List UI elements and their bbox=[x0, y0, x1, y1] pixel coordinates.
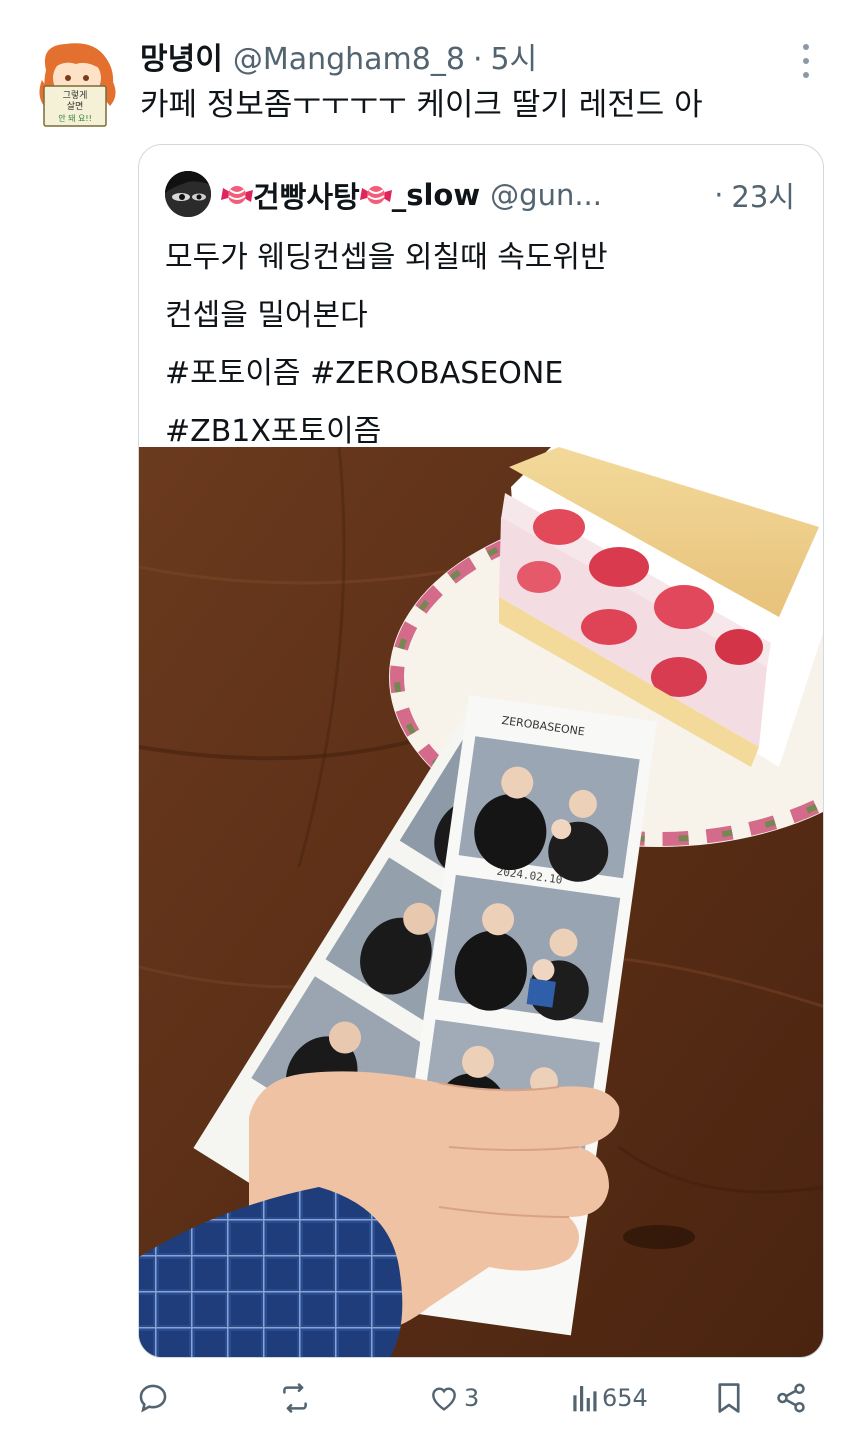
quoted-display-name: 건빵사탕 bbox=[253, 180, 360, 214]
quoted-tweet[interactable]: 건빵사탕 _slow @gun... · 23시 모두가 웨딩컨셉을 외칠때 속… bbox=[138, 144, 824, 1358]
view-count: 654 bbox=[602, 1384, 648, 1412]
quoted-header: 건빵사탕 _slow @gun... bbox=[221, 171, 602, 219]
quoted-photo[interactable]: ZEROBASEONE 2024.02.10 bbox=[139, 446, 823, 1357]
candy-icon bbox=[359, 180, 392, 210]
action-bar: 3 654 bbox=[0, 1370, 850, 1426]
quoted-text-line[interactable]: #포토이즘 #ZEROBASEONE bbox=[165, 345, 608, 403]
like-count: 3 bbox=[464, 1384, 480, 1412]
quoted-name-suffix: _slow bbox=[391, 178, 481, 212]
more-options-icon[interactable] bbox=[796, 44, 816, 78]
share-icon bbox=[774, 1381, 808, 1415]
views-button[interactable]: 654 bbox=[570, 1370, 648, 1426]
display-name[interactable]: 망녕이 bbox=[140, 38, 223, 82]
quoted-text-line: 컨셉을 밀어본다 bbox=[165, 298, 368, 333]
user-handle[interactable]: @Mangham8_8 bbox=[233, 38, 465, 82]
user-avatar[interactable]: 그렇게 살면 안 돼 요!! bbox=[36, 40, 118, 130]
avatar-sign-line3: 안 돼 요!! bbox=[58, 113, 92, 123]
tweet-text: 카페 정보좀ㅜㅜㅜㅜ 케이크 딸기 레전드 아 bbox=[140, 87, 703, 123]
retweet-icon bbox=[278, 1381, 312, 1415]
heart-icon bbox=[428, 1382, 460, 1414]
reply-button[interactable] bbox=[136, 1370, 174, 1426]
tweet-header: 망녕이 @Mangham8_8 · 5시 bbox=[140, 38, 537, 82]
quoted-time-wrap: · 23시 bbox=[714, 171, 795, 219]
like-button[interactable]: 3 bbox=[428, 1370, 479, 1426]
quoted-text-line: 모두가 웨딩컨셉을 외칠때 속도위반 bbox=[165, 240, 608, 275]
views-chart-icon bbox=[570, 1382, 598, 1414]
quoted-user-avatar bbox=[165, 171, 211, 217]
avatar-sign-line1: 그렇게 bbox=[63, 90, 88, 101]
bookmark-icon bbox=[714, 1381, 744, 1415]
tweet-time[interactable]: 5시 bbox=[490, 38, 537, 82]
separator-dot: · bbox=[714, 178, 724, 212]
separator-dot: · bbox=[472, 42, 483, 77]
tweet: 그렇게 살면 안 돼 요!! 망녕이 @Mangham8_8 · 5시 카페 정… bbox=[0, 0, 850, 1438]
candy-icon bbox=[221, 180, 253, 210]
quoted-time: 23시 bbox=[731, 180, 795, 214]
share-button[interactable] bbox=[774, 1370, 808, 1426]
avatar-sign-line2: 살면 bbox=[67, 101, 84, 112]
reply-icon bbox=[136, 1381, 170, 1415]
retweet-button[interactable] bbox=[278, 1370, 316, 1426]
bookmark-button[interactable] bbox=[714, 1370, 744, 1426]
quoted-text: 모두가 웨딩컨셉을 외칠때 속도위반 컨셉을 밀어본다 #포토이즘 #ZEROB… bbox=[165, 229, 608, 461]
quoted-user-handle: @gun... bbox=[490, 178, 602, 212]
